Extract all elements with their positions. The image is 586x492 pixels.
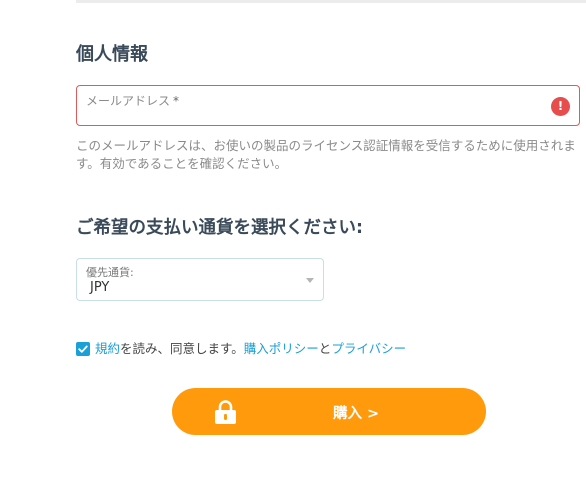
chevron-down-icon	[306, 278, 314, 283]
agreement-middle-text: を読み、同意します。	[120, 341, 244, 356]
personal-info-title: 個人情報	[76, 44, 148, 65]
checkmark-icon	[78, 345, 88, 353]
purchase-policy-link[interactable]: 購入ポリシー	[244, 341, 319, 356]
top-divider	[76, 0, 586, 3]
purchase-button[interactable]: 購入 >	[172, 388, 486, 435]
email-help-text: このメールアドレスは、お使いの製品のライセンス認証情報を受信するために使用されま…	[76, 138, 576, 171]
lock-icon	[215, 400, 236, 424]
currency-title: ご希望の支払い通貨を選択ください:	[76, 218, 363, 238]
email-input[interactable]	[85, 106, 545, 122]
agreement-text: 規約を読み、同意します。購入ポリシーとプライバシー	[95, 341, 406, 357]
agreement-conjunction: と	[318, 341, 332, 356]
purchase-button-label: 購入 >	[333, 406, 380, 422]
checkout-form: 個人情報 メールアドレス * ! このメールアドレスは、お使いの製品のライセンス認…	[0, 0, 586, 492]
currency-select-value: JPY	[90, 280, 110, 295]
error-icon: !	[551, 97, 570, 116]
terms-link[interactable]: 規約	[95, 341, 120, 356]
email-field[interactable]: メールアドレス * !	[76, 85, 580, 126]
currency-select[interactable]: 優先通貨: JPY	[76, 258, 324, 301]
privacy-link[interactable]: プライバシー	[331, 341, 406, 356]
currency-select-label: 優先通貨:	[86, 266, 134, 279]
agreement-checkbox[interactable]	[76, 342, 90, 356]
